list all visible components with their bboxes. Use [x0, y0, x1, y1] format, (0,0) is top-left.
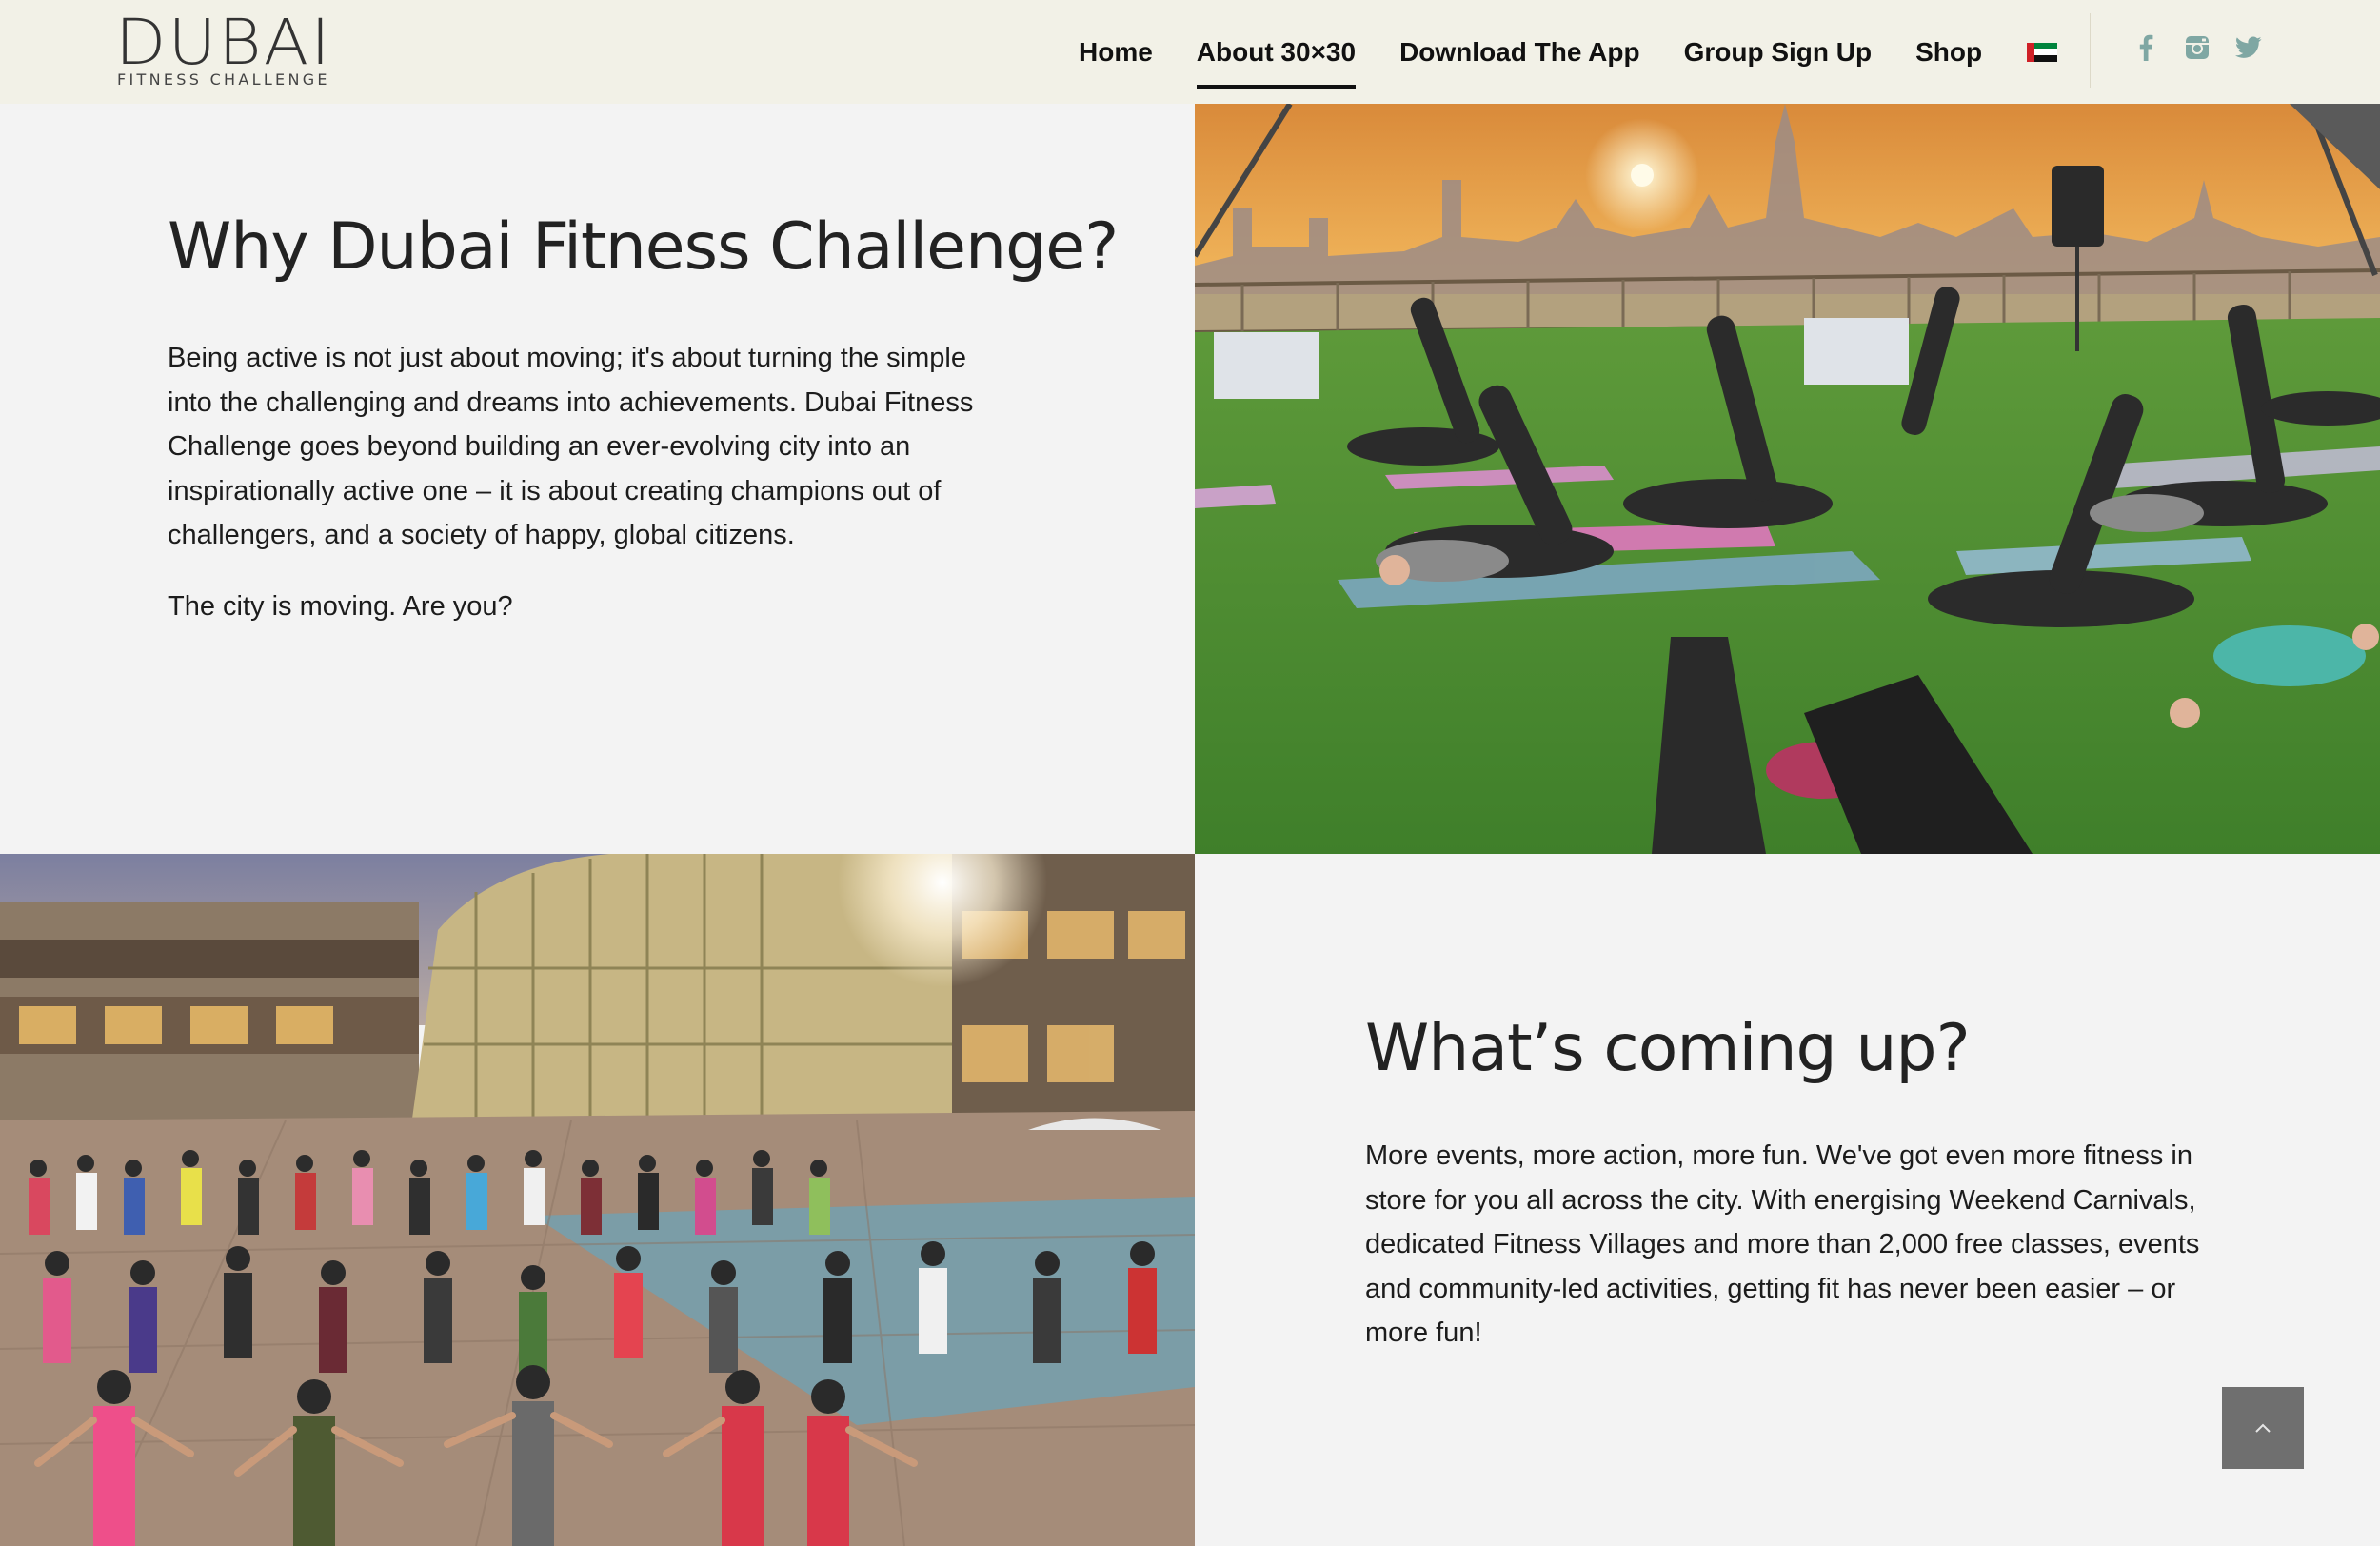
site-logo[interactable]: DUBAI FITNESS CHALLENGE [115, 10, 330, 91]
why-tagline: The city is moving. Are you? [168, 590, 513, 622]
site-header: DUBAI FITNESS CHALLENGE Home About 30×30… [0, 0, 2380, 104]
uae-flag-icon[interactable] [2027, 42, 2058, 62]
coming-up-paragraph-line: and community-led activities, getting fi… [1365, 1273, 2176, 1304]
social-links [2131, 32, 2264, 63]
logo-wordmark: DUBAI [115, 6, 332, 79]
main-nav: Home About 30×30 Download The App Group … [1057, 0, 2058, 104]
header-divider [2090, 13, 2091, 88]
mall-group-workout-photo [0, 854, 1195, 1546]
chevron-up-icon [2255, 1423, 2271, 1433]
why-heading: Why Dubai Fitness Challenge? [168, 209, 1119, 285]
nav-item-group-sign-up[interactable]: Group Sign Up [1662, 0, 1894, 104]
nav-item-about[interactable]: About 30×30 [1175, 0, 1378, 104]
logo-subtitle: FITNESS CHALLENGE [117, 70, 330, 89]
coming-up-paragraph-line: More events, more action, more fun. We'v… [1365, 1140, 2192, 1171]
scroll-to-top-button[interactable] [2222, 1387, 2304, 1469]
instagram-icon[interactable] [2182, 32, 2212, 63]
nav-item-download-app[interactable]: Download The App [1378, 0, 1662, 104]
why-paragraph-line: Challenge goes beyond building an ever-e… [168, 431, 911, 462]
nav-item-home[interactable]: Home [1057, 0, 1175, 104]
why-section: Why Dubai Fitness Challenge? Being activ… [168, 209, 1119, 628]
coming-up-heading: What’s coming up? [1365, 1011, 1971, 1086]
twitter-icon[interactable] [2233, 32, 2264, 63]
why-paragraph-line: inspirationally active one – it is about… [168, 475, 942, 506]
coming-up-paragraph-line: more fun! [1365, 1318, 1482, 1348]
nav-item-shop[interactable]: Shop [1894, 0, 2004, 104]
why-paragraph-line: Being active is not just about moving; i… [168, 343, 966, 373]
why-paragraph-line: into the challenging and dreams into ach… [168, 386, 974, 418]
coming-up-section: What’s coming up? More events, more acti… [1365, 1011, 2222, 1356]
coming-up-paragraph-line: store for you all across the city. With … [1365, 1184, 2196, 1216]
facebook-icon[interactable] [2131, 32, 2161, 63]
coming-up-paragraph-line: dedicated Fitness Villages and more than… [1365, 1229, 2200, 1259]
why-paragraph-line: challengers, and a society of happy, glo… [168, 520, 795, 550]
outdoor-yoga-sunset-photo [1195, 104, 2380, 854]
